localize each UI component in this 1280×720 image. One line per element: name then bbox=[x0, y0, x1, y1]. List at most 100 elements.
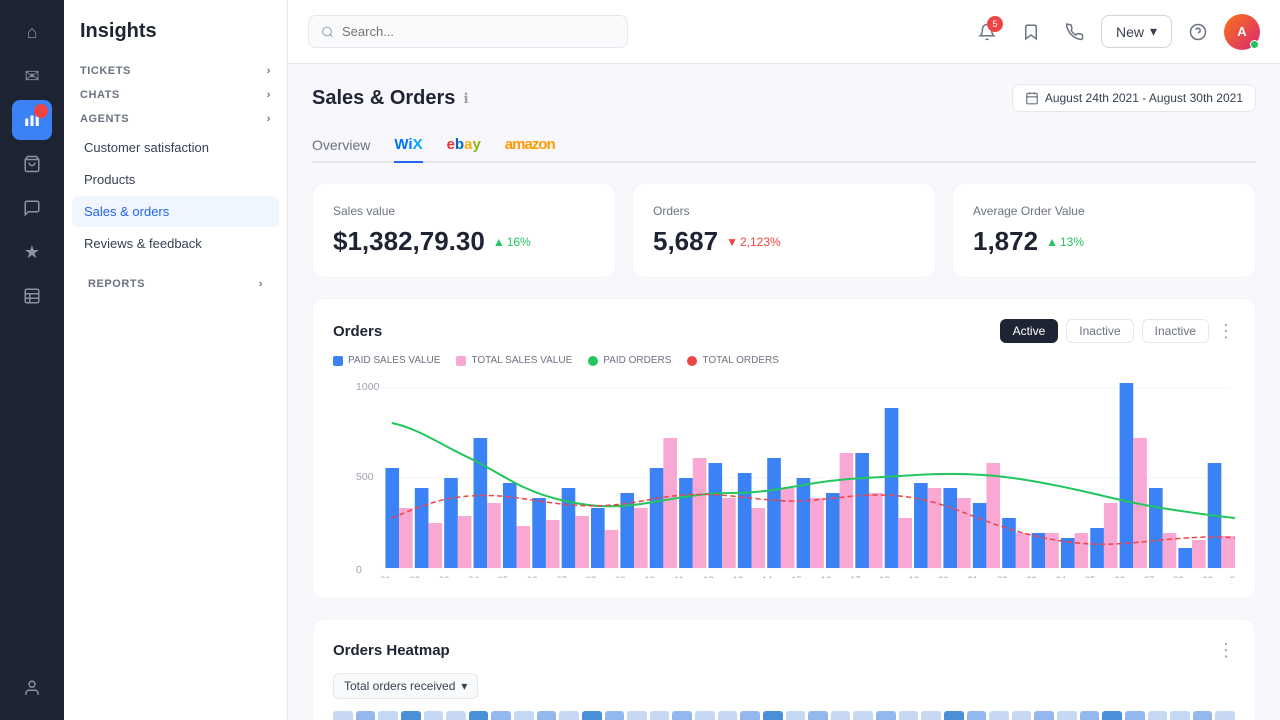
icon-email[interactable]: ✉ bbox=[12, 56, 52, 96]
chats-chevron: › bbox=[267, 89, 271, 101]
chats-header[interactable]: CHATS › bbox=[72, 83, 279, 107]
metric-cards: Sales value $1,382,79.30 ▲ 16% Orders 5,… bbox=[312, 183, 1256, 278]
orders-value: 5,687 ▼ 2,123% bbox=[653, 226, 915, 257]
svg-text:08: 08 bbox=[586, 575, 597, 578]
svg-text:02: 02 bbox=[410, 575, 421, 578]
chart-controls: Active Inactive Inactive ⋮ bbox=[1000, 319, 1235, 343]
heatmap-cell bbox=[1034, 711, 1054, 720]
search-input[interactable] bbox=[342, 24, 615, 39]
legend-paid-orders-dot bbox=[588, 356, 598, 366]
new-button-label: New bbox=[1116, 24, 1144, 40]
svg-text:12: 12 bbox=[703, 575, 714, 578]
orders-down-arrow: ▼ bbox=[726, 235, 738, 249]
heatmap-grid bbox=[333, 711, 1235, 720]
phone-icon[interactable] bbox=[1057, 14, 1093, 50]
svg-text:16: 16 bbox=[821, 575, 832, 578]
heatmap-cell bbox=[899, 711, 919, 720]
svg-text:20: 20 bbox=[938, 575, 949, 578]
chart-btn-active[interactable]: Active bbox=[1000, 319, 1059, 343]
page-header: Sales & Orders ℹ August 24th 2021 - Augu… bbox=[312, 84, 1256, 112]
icon-star[interactable]: ★ bbox=[12, 232, 52, 272]
legend-paid-orders: PAID ORDERS bbox=[588, 355, 671, 366]
topbar: 5 New ▾ A bbox=[288, 0, 1280, 64]
svg-text:21: 21 bbox=[968, 575, 979, 578]
heatmap-cell bbox=[627, 711, 647, 720]
svg-text:01: 01 bbox=[380, 575, 391, 578]
tickets-header[interactable]: TICKETS › bbox=[72, 59, 279, 83]
new-button-chevron: ▾ bbox=[1150, 23, 1157, 40]
chart-btn-inactive2[interactable]: Inactive bbox=[1142, 319, 1209, 343]
svg-text:30: 30 bbox=[1230, 575, 1235, 578]
notification-badge: 5 bbox=[987, 16, 1003, 32]
svg-text:23: 23 bbox=[1026, 575, 1037, 578]
heatmap-more-icon[interactable]: ⋮ bbox=[1217, 640, 1235, 661]
svg-text:27: 27 bbox=[1144, 575, 1155, 578]
tab-ebay[interactable]: ebay bbox=[447, 128, 481, 163]
heatmap-filter-chevron: ▾ bbox=[461, 679, 467, 693]
heatmap-card: Orders Heatmap ⋮ Total orders received ▾ bbox=[312, 619, 1256, 720]
heatmap-cell bbox=[1012, 711, 1032, 720]
avatar[interactable]: A bbox=[1224, 14, 1260, 50]
svg-text:09: 09 bbox=[615, 575, 626, 578]
heatmap-filter-btn[interactable]: Total orders received ▾ bbox=[333, 673, 478, 699]
sidebar-item-products[interactable]: Products bbox=[72, 164, 279, 195]
tickets-chevron: › bbox=[267, 65, 271, 77]
tab-overview[interactable]: Overview bbox=[312, 129, 370, 163]
bookmark-icon[interactable] bbox=[1013, 14, 1049, 50]
heatmap-cell bbox=[944, 711, 964, 720]
agents-header[interactable]: AGENTS › bbox=[72, 107, 279, 131]
avg-order-change: ▲ 13% bbox=[1046, 235, 1084, 249]
heatmap-cell bbox=[989, 711, 1009, 720]
heatmap-cell bbox=[876, 711, 896, 720]
svg-text:24: 24 bbox=[1056, 575, 1067, 578]
sales-value-label: Sales value bbox=[333, 204, 595, 218]
chart-area: 1000 500 0 bbox=[333, 378, 1235, 578]
new-button[interactable]: New ▾ bbox=[1101, 15, 1172, 48]
icon-chart[interactable] bbox=[12, 100, 52, 140]
svg-text:22: 22 bbox=[997, 575, 1008, 578]
main: 5 New ▾ A Sales & Order bbox=[288, 0, 1280, 720]
date-range[interactable]: August 24th 2021 - August 30th 2021 bbox=[1012, 84, 1256, 112]
sidebar-item-sales-orders[interactable]: Sales & orders bbox=[72, 196, 279, 227]
svg-text:13: 13 bbox=[733, 575, 744, 578]
heatmap-cell bbox=[740, 711, 760, 720]
agents-label: AGENTS bbox=[80, 113, 129, 125]
heatmap-cell bbox=[921, 711, 941, 720]
orders-change: ▼ 2,123% bbox=[726, 235, 781, 249]
help-icon[interactable] bbox=[1180, 14, 1216, 50]
icon-cart[interactable] bbox=[12, 144, 52, 184]
heatmap-cell bbox=[831, 711, 851, 720]
sales-value-value: $1,382,79.30 ▲ 16% bbox=[333, 226, 595, 257]
search-box[interactable] bbox=[308, 15, 628, 48]
reports-section-header[interactable]: REPORTS › bbox=[64, 260, 287, 300]
icon-chat[interactable] bbox=[12, 188, 52, 228]
heatmap-cell bbox=[786, 711, 806, 720]
heatmap-header: Orders Heatmap ⋮ bbox=[333, 640, 1235, 661]
chats-label: CHATS bbox=[80, 89, 120, 101]
icon-user[interactable] bbox=[12, 668, 52, 708]
sales-value-change: ▲ 16% bbox=[493, 235, 531, 249]
reports-header[interactable]: REPORTS › bbox=[80, 272, 271, 296]
reports-chevron: › bbox=[259, 278, 263, 290]
legend-total-sales: TOTAL SALES VALUE bbox=[456, 355, 572, 366]
legend-paid-sales-dot bbox=[333, 356, 343, 366]
chart-more-icon[interactable]: ⋮ bbox=[1217, 321, 1235, 342]
sidebar-title: Insights bbox=[64, 0, 287, 59]
sidebar-item-reviews-feedback[interactable]: Reviews & feedback bbox=[72, 228, 279, 259]
notifications-icon[interactable]: 5 bbox=[969, 14, 1005, 50]
icon-home[interactable]: ⌂ bbox=[12, 12, 52, 52]
heatmap-cell bbox=[424, 711, 444, 720]
page-title: Sales & Orders bbox=[312, 87, 455, 110]
chart-btn-inactive1[interactable]: Inactive bbox=[1066, 319, 1133, 343]
avg-order-value: 1,872 ▲ 13% bbox=[973, 226, 1235, 257]
tab-amazon[interactable]: amazon bbox=[505, 128, 555, 163]
sidebar-section-agents: AGENTS › bbox=[64, 107, 287, 131]
tab-wix[interactable]: WiX bbox=[394, 128, 422, 163]
icon-table[interactable] bbox=[12, 276, 52, 316]
info-icon[interactable]: ℹ bbox=[463, 90, 468, 107]
sidebar-item-customer-satisfaction[interactable]: Customer satisfaction bbox=[72, 132, 279, 163]
heatmap-title: Orders Heatmap bbox=[333, 642, 450, 659]
heatmap-cell bbox=[1215, 711, 1235, 720]
svg-text:17: 17 bbox=[850, 575, 861, 578]
heatmap-cell bbox=[469, 711, 489, 720]
